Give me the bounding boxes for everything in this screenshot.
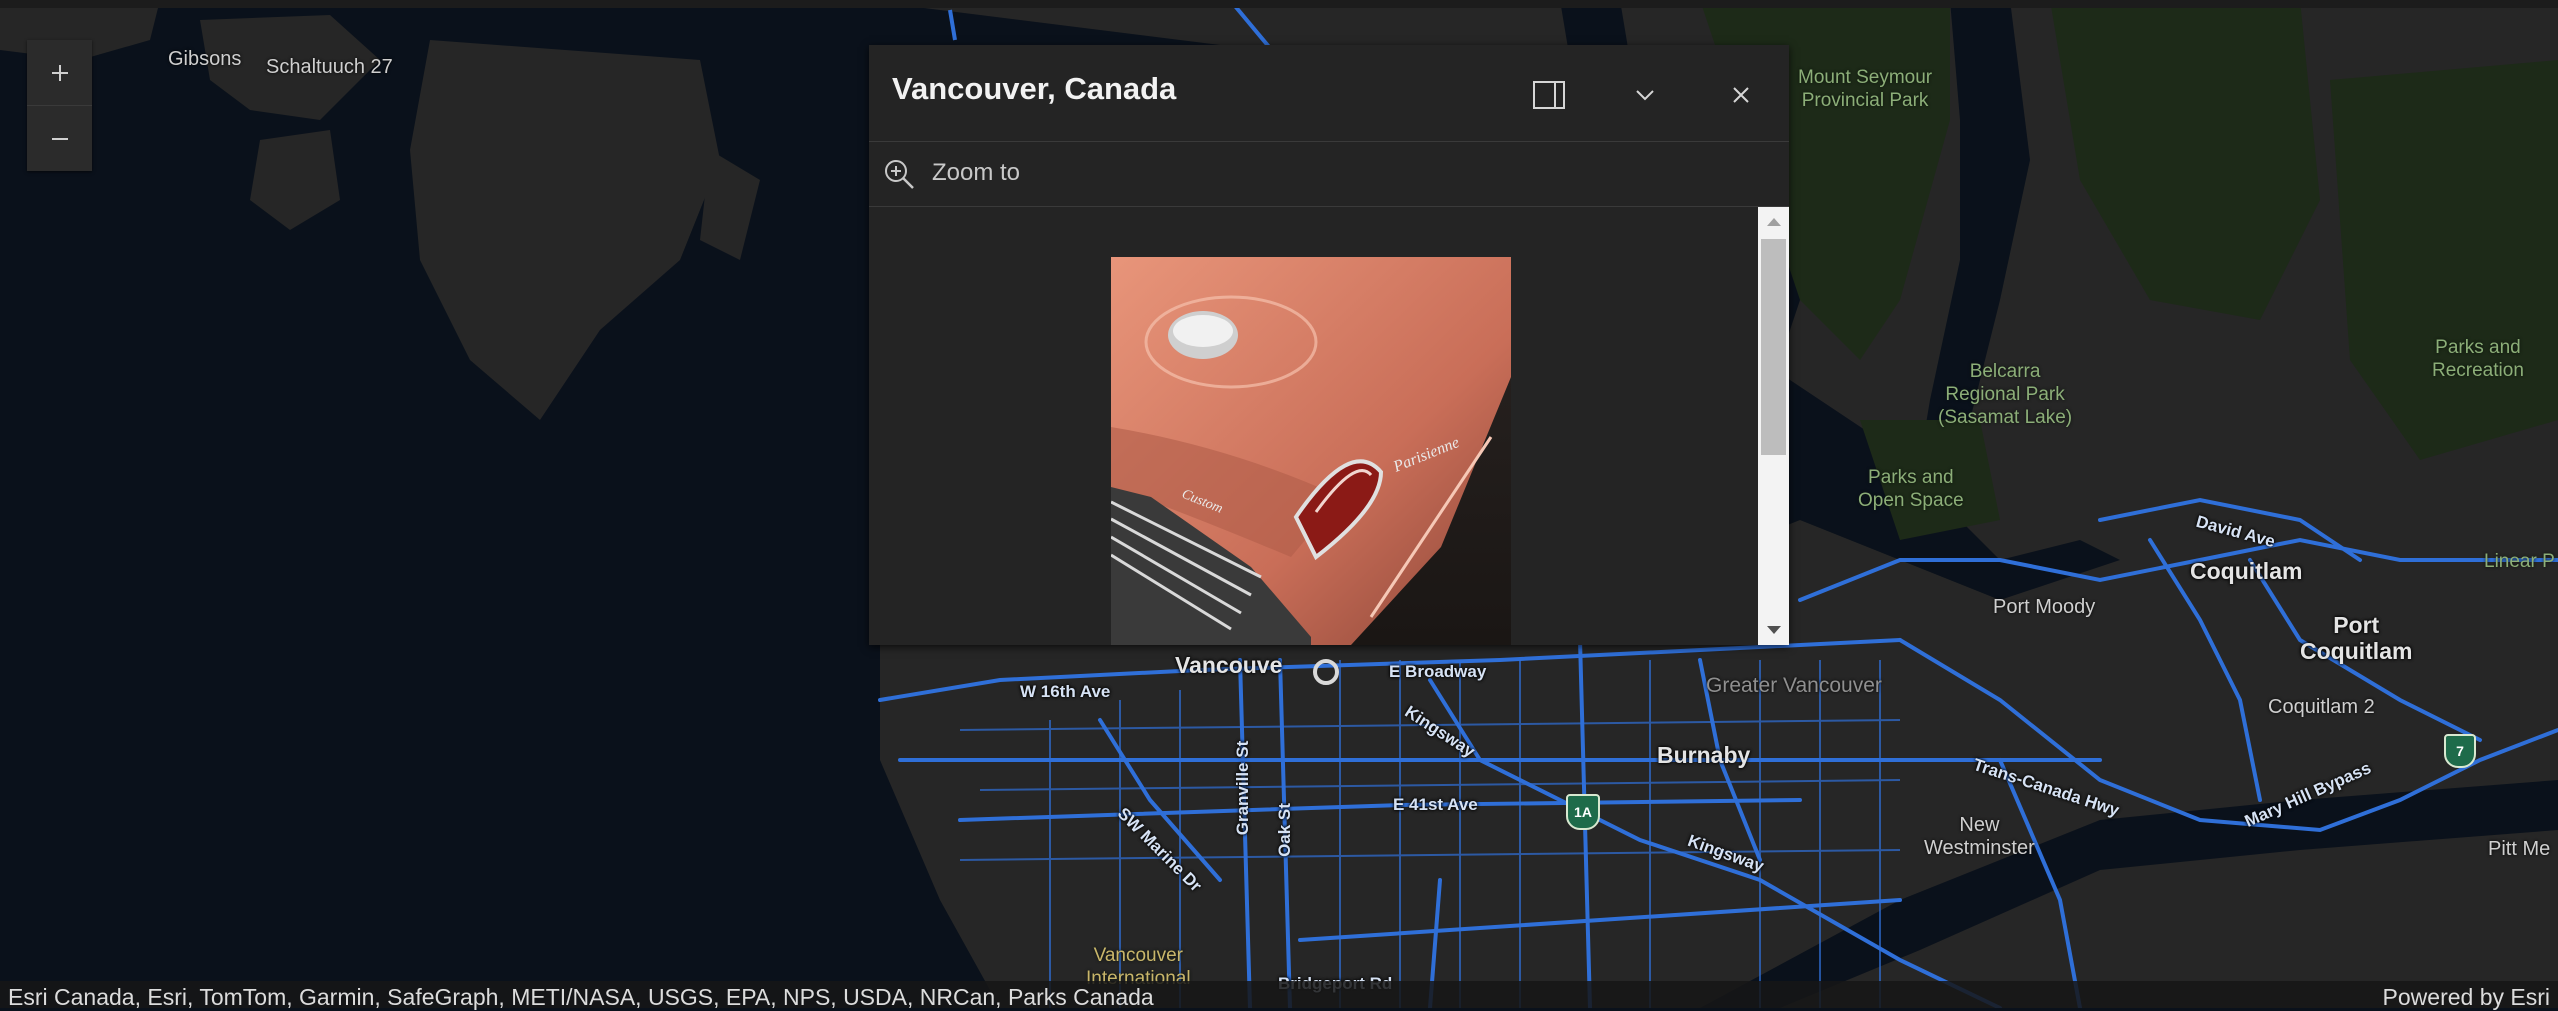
popup-scrollbar[interactable] [1758,207,1789,645]
scrollbar-thumb[interactable] [1761,239,1786,455]
popup-panel: Vancouver, Canada Zoom to Parisienne Cus… [869,45,1789,645]
label-port-coquitlam: Port Coquitlam [2300,612,2413,664]
label-coquitlam-2: Coquitlam 2 [2268,696,2375,718]
zoom-to-label: Zoom to [932,159,1021,186]
selected-location-marker[interactable] [1313,659,1339,685]
top-bar [0,0,2558,8]
plus-icon [51,64,68,81]
label-oak-st: Oak St [1274,803,1294,857]
attribution-bar: Esri Canada, Esri, TomTom, Garmin, SafeG… [0,981,2558,1011]
collapse-button[interactable] [1623,73,1667,117]
label-parks-recreation: Parks and Recreation [2432,337,2524,381]
minus-icon [51,137,68,140]
triangle-up-icon [1766,218,1781,226]
popup-title: Vancouver, Canada [892,71,1177,106]
label-mount-seymour: Mount Seymour Provincial Park [1798,67,1933,111]
label-belcarra: Belcarra Regional Park (Sasamat Lake) [1938,361,2073,428]
label-vancouver: Vancouve [1175,652,1283,678]
close-icon [1733,87,1749,103]
zoom-to-action[interactable]: Zoom to [869,142,1789,207]
triangle-down-icon [1766,626,1781,634]
label-linear-park: Linear P [2484,551,2555,572]
label-greater-vancouver: Greater Vancouver [1706,674,1882,697]
label-new-westminster: New Westminster [1924,814,2035,859]
label-e-broadway: E Broadway [1389,662,1487,681]
label-e-41st-ave: E 41st Ave [1393,795,1478,814]
zoom-in-magnifier-icon [885,160,914,189]
scroll-down-button[interactable] [1758,615,1789,645]
label-schaltuuch: Schaltuuch 27 [266,56,393,78]
label-port-moody: Port Moody [1993,596,2096,618]
highway-shield-1a: 1A [1566,794,1600,830]
scroll-up-button[interactable] [1758,207,1789,237]
label-parks-open-space: Parks and Open Space [1858,467,1964,511]
powered-by-esri-link[interactable]: Powered by Esri [2383,984,2550,1011]
label-coquitlam: Coquitlam [2190,558,2303,584]
label-w-16th-ave: W 16th Ave [1020,682,1111,701]
label-granville-st: Granville St [1233,740,1253,836]
label-burnaby: Burnaby [1657,742,1751,768]
attribution-text[interactable]: Esri Canada, Esri, TomTom, Garmin, SafeG… [8,984,1154,1011]
chevron-down-icon [1636,90,1654,101]
dock-icon [1533,81,1565,109]
highway-shield-7: 7 [2444,734,2476,768]
zoom-controls [27,40,92,171]
label-pitt-meadows: Pitt Me [2488,838,2551,860]
popup-content: Parisienne Custom [869,207,1758,645]
zoom-in-button[interactable] [27,40,92,105]
zoom-out-button[interactable] [27,105,92,171]
popup-header: Vancouver, Canada [869,45,1789,142]
close-button[interactable] [1719,73,1763,117]
popup-image: Parisienne Custom [1111,257,1511,645]
label-gibsons: Gibsons [168,48,242,70]
dock-button[interactable] [1527,73,1571,117]
